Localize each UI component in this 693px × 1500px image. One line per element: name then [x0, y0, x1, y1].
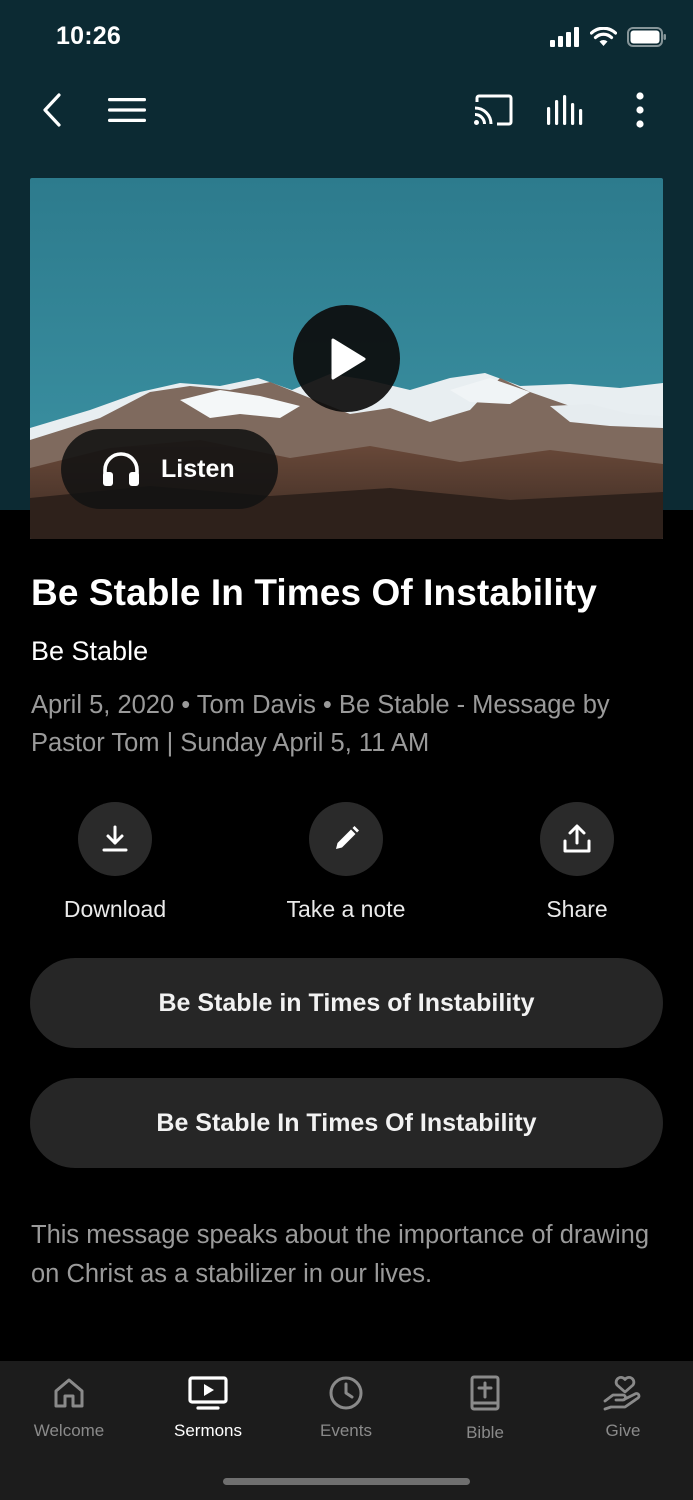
home-icon: [54, 1378, 84, 1408]
sermon-meta: April 5, 2020 • Tom Davis • Be Stable - …: [31, 691, 610, 757]
play-icon: [331, 338, 365, 379]
tab-events[interactable]: Events: [277, 1375, 415, 1441]
sermon-link-button-2[interactable]: Be Stable In Times Of Instability: [30, 1078, 663, 1168]
wifi-icon: [590, 27, 617, 46]
share-label: Share: [546, 896, 608, 922]
hamburger-menu-icon: [108, 98, 146, 122]
sermon-artwork[interactable]: Listen: [30, 178, 663, 539]
take-note-label: Take a note: [286, 896, 406, 922]
cast-button[interactable]: [470, 78, 516, 142]
bible-icon: [470, 1375, 500, 1411]
tab-give[interactable]: Give: [554, 1375, 692, 1441]
take-note-action[interactable]: Take a note: [246, 802, 446, 923]
cast-icon: [474, 94, 513, 126]
listen-label: Listen: [161, 454, 235, 483]
battery-icon: [627, 27, 666, 47]
more-options-button[interactable]: [620, 78, 660, 142]
tab-bible-label: Bible: [466, 1423, 504, 1442]
sermon-series: Be Stable: [31, 636, 149, 666]
menu-button[interactable]: [104, 78, 150, 142]
clock-icon: [329, 1376, 363, 1410]
share-action[interactable]: Share: [477, 802, 677, 923]
audio-button[interactable]: [543, 78, 589, 142]
sermon-description: This message speaks about the importance…: [31, 1221, 650, 1288]
listen-button[interactable]: Listen: [61, 429, 278, 509]
tab-welcome[interactable]: Welcome: [0, 1375, 138, 1441]
download-icon: [102, 825, 128, 852]
cellular-signal-icon: [550, 27, 579, 47]
audio-bars-icon: [547, 95, 583, 125]
tab-sermons-label: Sermons: [173, 1421, 243, 1440]
share-button[interactable]: [540, 802, 614, 876]
headphones-icon: [103, 452, 139, 486]
tab-bible[interactable]: Bible: [416, 1375, 554, 1443]
home-indicator: [223, 1478, 470, 1485]
play-button[interactable]: [293, 305, 400, 412]
download-action[interactable]: Download: [15, 802, 215, 923]
back-chevron-icon: [43, 93, 61, 127]
tab-give-label: Give: [605, 1421, 641, 1440]
sermon-title: Be Stable In Times Of Instability: [31, 572, 597, 613]
status-bar: 10:26: [0, 0, 693, 76]
tab-sermons[interactable]: Sermons: [139, 1375, 277, 1441]
tab-events-label: Events: [320, 1421, 372, 1440]
more-vertical-icon: [636, 92, 644, 128]
back-button[interactable]: [30, 78, 74, 142]
tab-welcome-label: Welcome: [33, 1421, 105, 1440]
give-heart-hand-icon: [603, 1376, 641, 1411]
status-icons: [550, 27, 667, 47]
pencil-icon: [336, 826, 359, 849]
sermon-link-button-1[interactable]: Be Stable in Times of Instability: [30, 958, 663, 1048]
download-label: Download: [63, 896, 167, 922]
action-row: Download Take a note Share: [0, 802, 693, 932]
download-button[interactable]: [78, 802, 152, 876]
take-note-button[interactable]: [309, 802, 383, 876]
status-time: 10:26: [56, 22, 121, 50]
share-icon: [563, 824, 591, 853]
nav-bar: [0, 78, 693, 142]
tv-play-icon: [188, 1376, 228, 1410]
